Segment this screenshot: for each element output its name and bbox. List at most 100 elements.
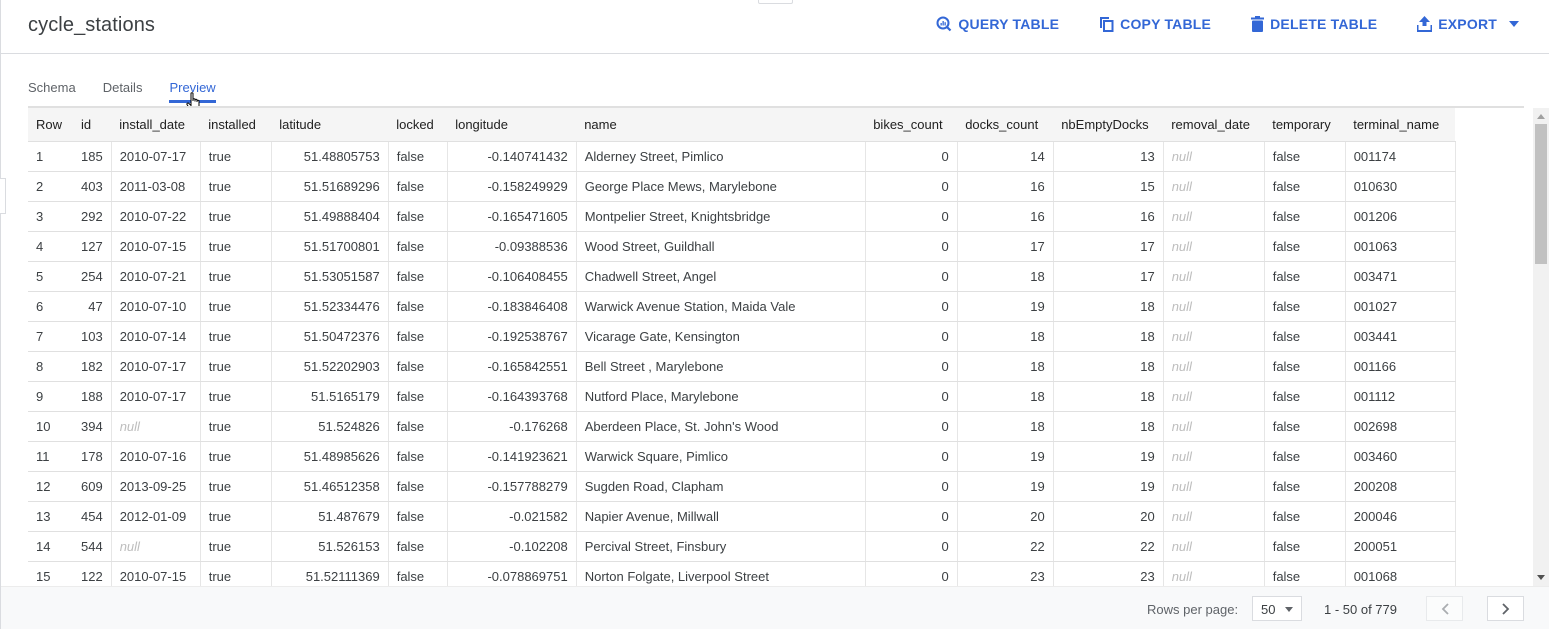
preview-table-container: Row id install_date installed latitude locked… (28, 108, 1528, 586)
column-header-terminal_name[interactable]: terminal_name (1345, 108, 1456, 142)
resize-handle[interactable] (758, 0, 793, 4)
cell-temporary: false (1264, 141, 1346, 172)
cell-temporary: false (1264, 261, 1346, 292)
cell-installed: true (200, 231, 272, 262)
vertical-scrollbar[interactable] (1533, 108, 1549, 586)
cell-docks_count: 19 (957, 441, 1054, 472)
cell-docks_count: 22 (957, 531, 1054, 562)
query-table-button[interactable]: QUERY TABLE (936, 16, 1059, 32)
cell-name: Sugden Road, Clapham (576, 471, 866, 502)
cell-docks_count: 18 (957, 411, 1054, 442)
cell-id: 185 (73, 141, 112, 172)
cell-locked: false (388, 231, 448, 262)
cell-longitude: -0.157788279 (447, 471, 577, 502)
cell-removal_date: null (1163, 141, 1265, 172)
column-header-row[interactable]: Row (28, 108, 73, 142)
next-page-button[interactable] (1487, 596, 1524, 621)
cell-name: Nutford Place, Marylebone (576, 381, 866, 412)
cell-terminal_name: 003471 (1345, 261, 1456, 292)
cell-longitude: -0.158249929 (447, 171, 577, 202)
cell-nbemptydocks: 18 (1053, 351, 1164, 382)
cell-row: 13 (28, 501, 73, 532)
cell-latitude: 51.526153 (271, 531, 389, 562)
cell-locked: false (388, 561, 448, 586)
cell-installed: true (200, 141, 272, 172)
cell-row: 4 (28, 231, 73, 262)
column-header-id[interactable]: id (73, 108, 112, 142)
cell-nbemptydocks: 18 (1053, 321, 1164, 352)
cell-temporary: false (1264, 291, 1346, 322)
cell-latitude: 51.487679 (271, 501, 389, 532)
cell-locked: false (388, 441, 448, 472)
cell-longitude: -0.141923621 (447, 441, 577, 472)
column-header-bikes_count[interactable]: bikes_count (865, 108, 958, 142)
cell-installed: true (200, 171, 272, 202)
cell-installed: true (200, 291, 272, 322)
table-row: 11 178 2010-07-16 true 51.48985626 false -0.14… (28, 441, 1456, 472)
cell-longitude: -0.078869751 (447, 561, 577, 586)
delete-table-button[interactable]: DELETE TABLE (1251, 16, 1377, 32)
cell-removal_date: null (1163, 321, 1265, 352)
query-table-label: QUERY TABLE (958, 16, 1060, 32)
cell-longitude: -0.106408455 (447, 261, 577, 292)
cell-latitude: 51.52334476 (271, 291, 389, 322)
cell-nbemptydocks: 17 (1053, 261, 1164, 292)
cell-terminal_name: 010630 (1345, 171, 1456, 202)
tab-schema[interactable]: Schema (28, 80, 76, 101)
cell-bikes_count: 0 (865, 201, 958, 232)
cell-temporary: false (1264, 471, 1346, 502)
cell-install_date: 2010-07-22 (111, 201, 201, 232)
sidebar-collapse-handle[interactable] (0, 178, 6, 214)
column-header-nbemptydocks[interactable]: nbEmptyDocks (1053, 108, 1164, 142)
column-header-docks_count[interactable]: docks_count (957, 108, 1054, 142)
tab-details[interactable]: Details (103, 80, 143, 101)
cell-temporary: false (1264, 231, 1346, 262)
cell-install_date: 2013-09-25 (111, 471, 201, 502)
cell-id: 394 (73, 411, 112, 442)
scroll-up-arrow-icon[interactable] (1537, 114, 1545, 119)
cell-id: 254 (73, 261, 112, 292)
cell-nbemptydocks: 19 (1053, 471, 1164, 502)
column-header-latitude[interactable]: latitude (271, 108, 389, 142)
cell-temporary: false (1264, 201, 1346, 232)
cell-nbemptydocks: 13 (1053, 141, 1164, 172)
cell-id: 188 (73, 381, 112, 412)
column-header-installed[interactable]: installed (200, 108, 272, 142)
column-header-locked[interactable]: locked (388, 108, 448, 142)
cell-longitude: -0.140741432 (447, 141, 577, 172)
cell-terminal_name: 200208 (1345, 471, 1456, 502)
cell-docks_count: 18 (957, 351, 1054, 382)
export-button[interactable]: EXPORT (1417, 16, 1519, 32)
cell-installed: true (200, 321, 272, 352)
cell-docks_count: 19 (957, 291, 1054, 322)
column-header-temporary[interactable]: temporary (1264, 108, 1346, 142)
table-row: 13 454 2012-01-09 true 51.487679 false -0.0215… (28, 501, 1456, 532)
column-header-name[interactable]: name (576, 108, 866, 142)
column-header-removal_date[interactable]: removal_date (1163, 108, 1265, 142)
cell-removal_date: null (1163, 441, 1265, 472)
cell-docks_count: 16 (957, 171, 1054, 202)
cell-row: 12 (28, 471, 73, 502)
cell-bikes_count: 0 (865, 411, 958, 442)
cell-terminal_name: 002698 (1345, 411, 1456, 442)
cell-locked: false (388, 381, 448, 412)
rows-per-page-select[interactable]: 50 (1252, 596, 1302, 621)
cell-docks_count: 23 (957, 561, 1054, 586)
cell-longitude: -0.165842551 (447, 351, 577, 382)
cell-name: Vicarage Gate, Kensington (576, 321, 866, 352)
cell-latitude: 51.49888404 (271, 201, 389, 232)
column-header-install_date[interactable]: install_date (111, 108, 201, 142)
copy-table-button[interactable]: COPY TABLE (1099, 16, 1211, 32)
column-header-longitude[interactable]: longitude (447, 108, 577, 142)
cell-installed: true (200, 201, 272, 232)
cell-docks_count: 14 (957, 141, 1054, 172)
scrollbar-thumb[interactable] (1535, 124, 1547, 264)
cell-removal_date: null (1163, 171, 1265, 202)
cell-docks_count: 20 (957, 501, 1054, 532)
cell-nbemptydocks: 17 (1053, 231, 1164, 262)
scroll-down-arrow-icon[interactable] (1537, 575, 1545, 580)
cell-row: 7 (28, 321, 73, 352)
cell-removal_date: null (1163, 561, 1265, 586)
previous-page-button[interactable] (1426, 596, 1463, 621)
cell-removal_date: null (1163, 201, 1265, 232)
